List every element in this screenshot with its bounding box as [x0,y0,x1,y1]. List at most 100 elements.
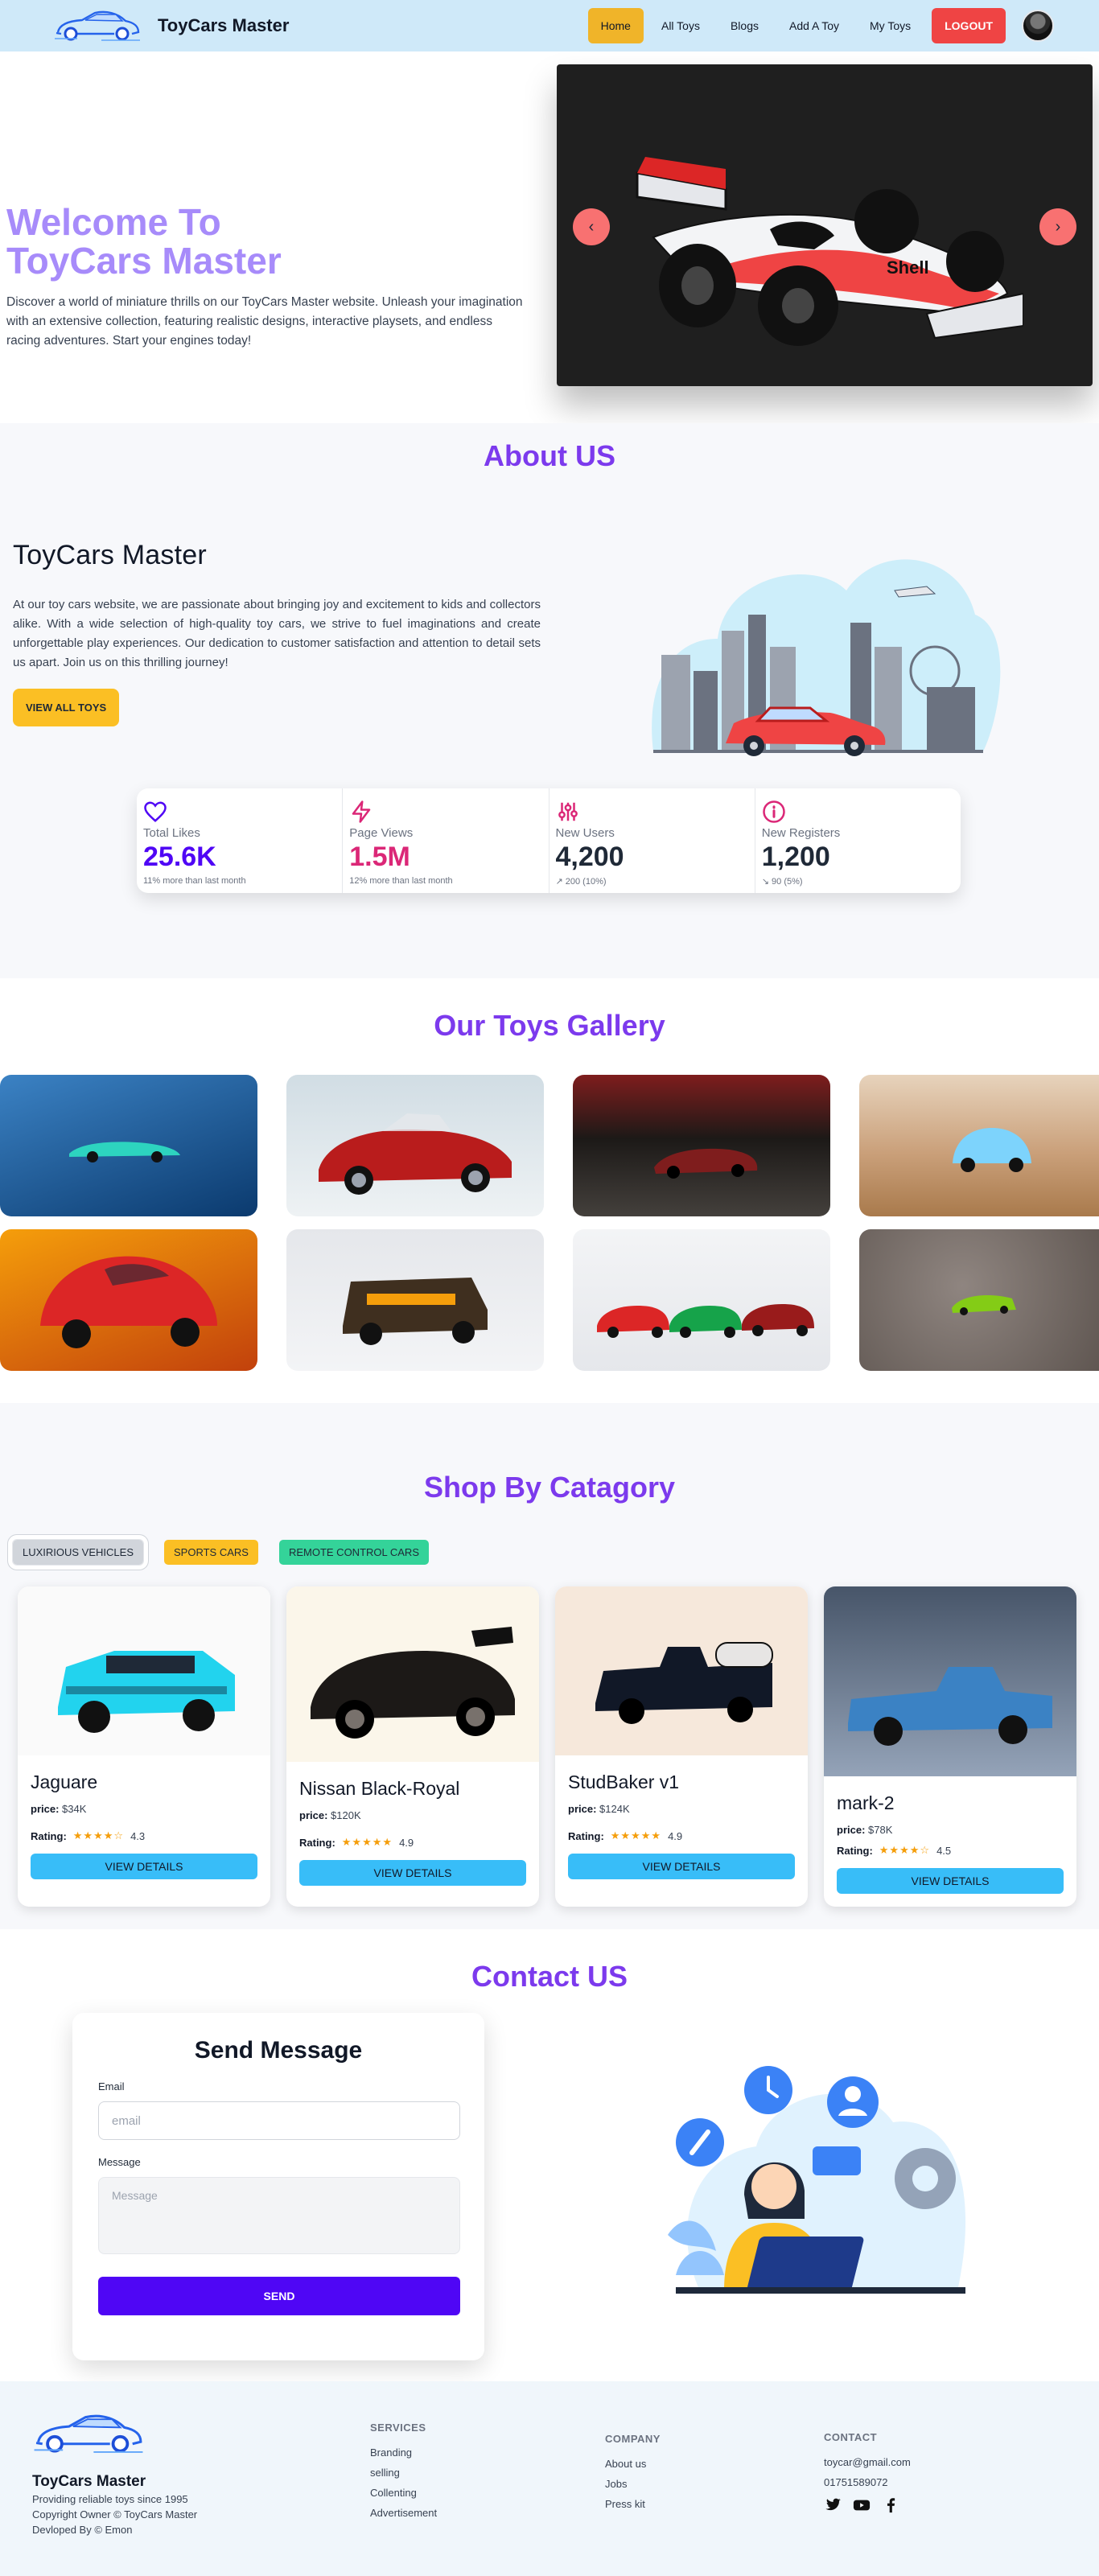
email-field[interactable]: email [98,2101,460,2140]
logout-button[interactable]: LOGOUT [932,8,1006,43]
about-heading: About US [484,439,615,472]
gallery-grid [0,1075,1099,1371]
avatar[interactable] [1022,10,1054,42]
nav-blogs[interactable]: Blogs [718,8,772,43]
message-field[interactable]: Message [98,2177,460,2254]
price-label: price: [299,1809,328,1821]
star-rating-icon: ★★★★★ [341,1836,393,1848]
product-image[interactable] [824,1586,1076,1776]
formula-car-image: Shell [636,157,1023,346]
nissan-car-image [311,1627,515,1739]
gallery-image[interactable] [573,1075,830,1216]
gallery-image[interactable] [286,1075,544,1216]
footer-developer: Devloped By © Emon [32,2524,133,2536]
stat-desc: 11% more than last month [143,876,246,886]
nav-my-toys[interactable]: My Toys [857,8,924,43]
gallery-image[interactable] [286,1229,544,1371]
footer-company: COMPANY About us Jobs Press kit [605,2433,661,2518]
stats-panel: Total Likes 25.6K 11% more than last mon… [137,788,961,893]
footer-link-advertisement[interactable]: Advertisement [370,2507,437,2519]
sliders-icon [558,802,578,821]
hero-section: Welcome To ToyCars Master Discover a wor… [0,51,1099,423]
footer-link-jobs[interactable]: Jobs [605,2478,661,2490]
toy-cars-image [597,1304,814,1338]
footer-link-press-kit[interactable]: Press kit [605,2498,661,2510]
product-image[interactable] [18,1586,270,1755]
shop-section: Shop By Catagory LUXIRIOUS VEHICLES SPOR… [0,1403,1099,1929]
tab-sports-cars[interactable]: SPORTS CARS [164,1540,258,1565]
price-label: price: [31,1803,60,1815]
stat-value: 1.5M [349,842,410,872]
star-rating-icon: ★★★★☆ [879,1844,931,1856]
footer-email[interactable]: toycar@gmail.com [824,2456,911,2468]
product-name: Jaguare [31,1772,98,1792]
carousel-next-button[interactable]: › [1039,208,1076,245]
stat-title: Total Likes [143,826,200,840]
rating-value: 4.3 [130,1829,146,1842]
hero-carousel[interactable]: Shell ‹ › [557,64,1093,386]
form-title: Send Message [194,2037,363,2064]
stat-value: 1,200 [761,842,830,872]
footer-phone[interactable]: 01751589072 [824,2476,911,2488]
product-rating: Rating: ★★★★★ 4.9 [299,1836,526,1849]
tab-remote-control-cars[interactable]: REMOTE CONTROL CARS [278,1540,429,1565]
gallery-image[interactable] [0,1075,257,1216]
contact-heading-footer: CONTACT [824,2431,878,2443]
product-price: price: $120K [299,1809,526,1821]
view-details-button[interactable]: VIEW DETAILS [299,1860,526,1886]
hero-title-line2: ToyCars Master [6,240,282,282]
gallery-heading: Our Toys Gallery [434,1009,665,1042]
view-all-toys-button[interactable]: VIEW ALL TOYS [13,689,120,726]
footer-link-about[interactable]: About us [605,2458,661,2470]
category-tabs: LUXIRIOUS VEHICLES SPORTS CARS REMOTE CO… [12,1539,429,1566]
car-logo-icon[interactable] [53,8,142,43]
product-name: Nissan Black-Royal [299,1778,460,1799]
message-label: Message [98,2156,141,2168]
gallery-image[interactable] [859,1075,1099,1216]
stat-value: 4,200 [555,842,624,872]
gallery-image[interactable] [573,1229,830,1371]
twitter-icon[interactable] [824,2496,842,2514]
product-image[interactable] [286,1586,539,1762]
nav-add-a-toy[interactable]: Add A Toy [776,8,852,43]
price-label: price: [568,1803,597,1815]
rating-value: 4.9 [399,1836,414,1849]
send-button[interactable]: SEND [98,2277,460,2315]
footer-services: SERVICES Branding selling Collenting Adv… [370,2422,437,2527]
stat-new-users: New Users 4,200 ↗ 200 (10%) [550,788,755,893]
nav-all-toys[interactable]: All Toys [648,8,713,43]
rating-label: Rating: [299,1836,335,1849]
view-details-button[interactable]: VIEW DETAILS [568,1854,795,1879]
car-logo-icon[interactable] [32,2410,145,2457]
product-name: mark-2 [837,1792,895,1813]
stat-title: New Users [555,826,615,840]
product-card: Nissan Black-Royal price: $120K Rating: ★… [286,1586,539,1907]
gallery-image[interactable] [859,1229,1099,1371]
youtube-icon[interactable] [853,2496,871,2514]
gallery-image[interactable] [0,1229,257,1371]
toy-car-image [319,1113,512,1195]
about-section: About US ToyCars Master At our toy cars … [0,423,1099,978]
tab-luxurious-vehicles[interactable]: LUXIRIOUS VEHICLES [12,1539,144,1566]
stat-total-likes: Total Likes 25.6K 11% more than last mon… [137,788,344,893]
product-rating: Rating: ★★★★★ 4.9 [568,1829,795,1842]
view-details-button[interactable]: VIEW DETAILS [837,1868,1064,1894]
product-grid: Jaguare price: $34K Rating: ★★★★☆ 4.3 VIEW… [18,1586,1076,1907]
facebook-icon[interactable] [882,2496,899,2514]
toy-car-image [953,1128,1031,1172]
nav-links: Home All Toys Blogs Add A Toy My Toys LO… [587,6,1054,45]
footer-link-branding[interactable]: Branding [370,2446,437,2459]
footer-copyright: Copyright Owner © ToyCars Master [32,2508,198,2520]
product-image[interactable] [555,1586,808,1755]
nav-home[interactable]: Home [587,8,644,43]
footer-link-selling[interactable]: selling [370,2467,437,2479]
footer-link-collecting[interactable]: Collenting [370,2487,437,2499]
product-card: Jaguare price: $34K Rating: ★★★★☆ 4.3 VIEW… [18,1586,270,1907]
view-details-button[interactable]: VIEW DETAILS [31,1854,257,1879]
brand-name[interactable]: ToyCars Master [158,15,289,36]
lego-car-image [58,1651,235,1733]
shop-heading: Shop By Catagory [423,1471,676,1504]
carousel-prev-button[interactable]: ‹ [573,208,610,245]
product-card: StudBaker v1 price: $124K Rating: ★★★★★ 4.… [555,1586,808,1907]
star-rating-icon: ★★★★★ [610,1829,662,1841]
